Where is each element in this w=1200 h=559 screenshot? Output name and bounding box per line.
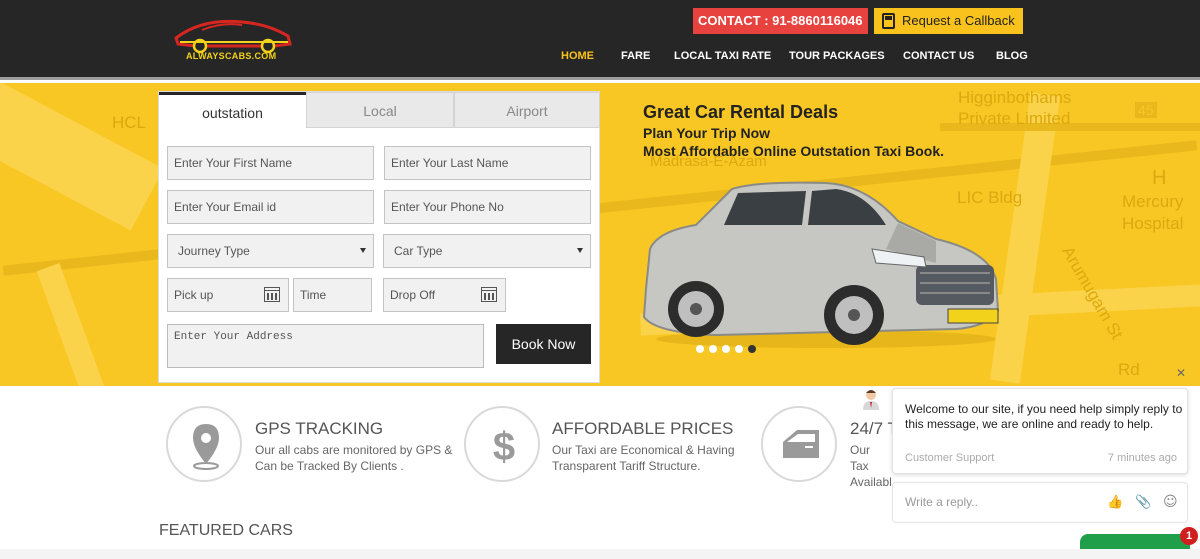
calculator-icon [882,13,895,29]
slider-dot[interactable] [696,345,704,353]
email-field[interactable]: Enter Your Email id [167,190,374,224]
map-road [0,83,164,231]
support-feature-icon [761,406,837,482]
map-label: Private Limited [958,109,1071,128]
dropoff-label: Drop Off [390,288,436,302]
chat-reply-input[interactable]: Write a reply.. 👍 📎 ☺ [892,482,1188,523]
chat-message-bubble: Welcome to our site, if you need help si… [892,388,1188,474]
chat-close-icon[interactable]: ✕ [1176,366,1186,380]
location-pin-icon [193,424,219,470]
map-label: Mercury [1122,192,1184,211]
pickup-label: Pick up [174,288,214,302]
journey-type-select[interactable]: Journey Type [167,234,374,268]
tab-outstation[interactable]: outstation [159,92,306,128]
last-name-field[interactable]: Enter Your Last Name [384,146,591,180]
phone-field[interactable]: Enter Your Phone No [384,190,591,224]
tab-airport[interactable]: Airport [454,92,600,128]
unread-count-badge: 1 [1180,527,1198,545]
map-label: Rd [1118,360,1140,379]
hero-tagline: Plan Your Trip Now [643,125,771,141]
prices-feature-icon: $ [464,406,540,482]
map-label: Higginbothams [958,88,1072,107]
car-door-icon [783,430,819,458]
feature-title: 24/7 T [850,419,898,438]
logo-text: ALWAYSCABS.COM [186,51,277,61]
callback-label: Request a Callback [902,13,1015,28]
site-logo[interactable]: ALWAYSCABS.COM [172,16,294,68]
hero-title: Great Car Rental Deals [643,102,839,122]
car-image [642,181,1000,348]
dropoff-date-field[interactable]: Drop Off [383,278,506,312]
chat-message-text: Welcome to our site, if you need help si… [905,402,1183,431]
calendar-icon[interactable] [264,287,280,302]
feature-desc: Our Taxi are Economical & Having Transpa… [552,443,735,473]
attachment-icon[interactable]: 📎 [1135,483,1151,522]
nav-contact-us[interactable]: CONTACT US [903,50,974,62]
page-bottom-strip [0,549,1200,559]
pickup-date-field[interactable]: Pick up [167,278,289,312]
reply-placeholder: Write a reply.. [905,495,978,509]
nav-tour-packages[interactable]: TOUR PACKAGES [789,50,885,62]
feature-title: GPS TRACKING [255,419,384,438]
slider-dot[interactable] [735,345,743,353]
map-label: HCL [112,113,147,132]
thumbs-up-icon[interactable]: 👍 [1107,483,1123,522]
nav-blog[interactable]: BLOG [996,50,1028,62]
gps-feature-icon [166,406,242,482]
feature-title: AFFORDABLE PRICES [552,419,734,438]
car-type-select[interactable]: Car Type [383,234,591,268]
first-name-field[interactable]: Enter Your First Name [167,146,374,180]
map-label: Hospital [1122,214,1184,233]
book-now-button[interactable]: Book Now [496,324,591,364]
request-callback-button[interactable]: Request a Callback [874,8,1023,34]
address-textarea[interactable]: Enter Your Address [167,324,484,368]
contact-phone-button[interactable]: CONTACT : 91-8860116046 [693,8,868,34]
dollar-icon: $ [493,425,515,469]
slider-dot-active[interactable] [748,345,756,353]
map-label: 45 [1135,102,1157,118]
nav-fare[interactable]: FARE [621,50,650,62]
svg-text:$: $ [493,425,515,469]
chat-author: Customer Support [905,452,995,464]
feature-desc: Our Tax Availabl [850,443,892,489]
chat-timestamp: 7 minutes ago [1107,452,1177,464]
nav-local-taxi-rate[interactable]: LOCAL TAXI RATE [674,50,771,62]
time-field[interactable]: Time [293,278,372,312]
tab-local[interactable]: Local [306,92,454,128]
support-avatar-icon [863,390,879,410]
map-road [36,263,108,386]
map-label: H [1152,167,1167,189]
slider-dot[interactable] [722,345,730,353]
featured-cars-heading: FEATURED CARS [159,522,293,539]
slider-dot[interactable] [709,345,717,353]
hero-subtitle: Most Affordable Online Outstation Taxi B… [643,143,945,159]
emoji-icon[interactable]: ☺ [1163,483,1178,522]
site-header: ALWAYSCABS.COM CONTACT : 91-8860116046 R… [0,0,1200,80]
calendar-icon[interactable] [481,287,497,302]
nav-home[interactable]: HOME [561,50,594,62]
feature-desc: Our all cabs are monitored by GPS & Can … [255,443,453,473]
